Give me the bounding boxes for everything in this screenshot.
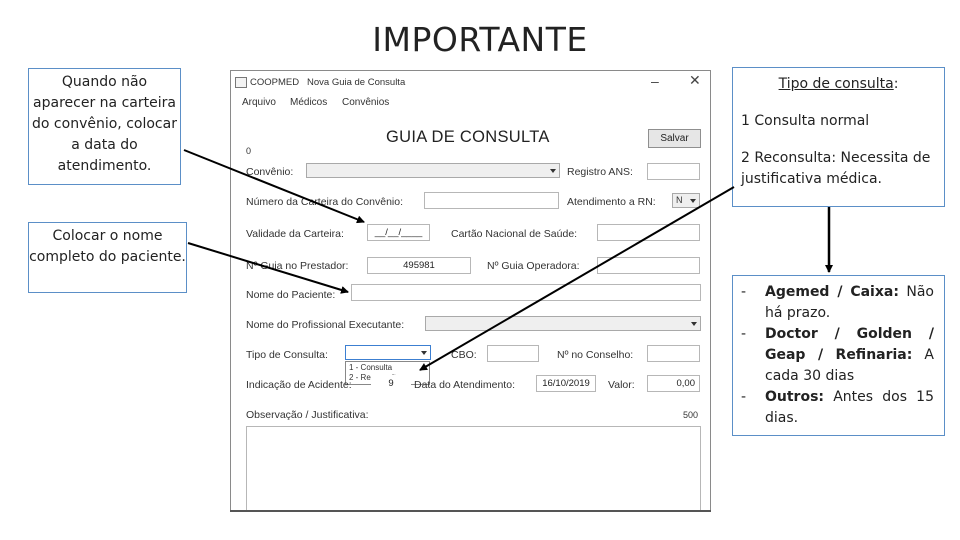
prazo-rule-bold: Outros: bbox=[765, 389, 825, 405]
chevron-down-icon bbox=[421, 351, 427, 355]
callout-nome-paciente: Colocar o nome completo do paciente. bbox=[28, 222, 187, 293]
minimize-icon[interactable]: – bbox=[651, 73, 659, 89]
tipo-consulta-select[interactable] bbox=[345, 345, 431, 360]
chevron-down-icon bbox=[691, 322, 697, 326]
indicacao-acidente-field[interactable]: 9 bbox=[371, 375, 411, 392]
prazo-rule-dash: - bbox=[741, 326, 747, 342]
callout-tipo-consulta-line2: 2 Reconsulta: Necessita de justificativa… bbox=[741, 150, 931, 187]
guia-operadora-field[interactable] bbox=[597, 257, 700, 274]
save-button[interactable]: Salvar bbox=[648, 129, 701, 148]
atendimento-rn-select[interactable]: N bbox=[672, 193, 700, 208]
cartao-nacional-field[interactable] bbox=[597, 224, 700, 241]
form-title: GUIA DE CONSULTA bbox=[386, 128, 550, 146]
prazo-rule: - Doctor / Golden / Geap / Refinaria: A … bbox=[741, 324, 934, 387]
small-mark: 0 bbox=[246, 146, 252, 156]
label-indicacao-acidente: Indicação de Acidente: bbox=[246, 379, 352, 391]
prazo-rule-bold: Agemed / Caixa: bbox=[765, 284, 899, 300]
close-icon[interactable]: ✕ bbox=[689, 72, 701, 89]
prazo-rule: - Outros: Antes dos 15 dias. bbox=[741, 387, 934, 429]
callout-tipo-consulta-title-colon: : bbox=[893, 76, 899, 92]
data-atendimento-field[interactable]: 16/10/2019 bbox=[536, 375, 596, 392]
label-registro-ans: Registro ANS: bbox=[567, 166, 633, 178]
callout-tipo-consulta-title: Tipo de consulta: bbox=[741, 74, 936, 95]
callout-tipo-consulta-line1: 1 Consulta normal bbox=[741, 113, 870, 129]
menu-bar: Arquivo Médicos Convênios bbox=[231, 95, 710, 111]
window-titlebar: COOPMED Nova Guia de Consulta – ✕ bbox=[231, 71, 710, 93]
callout-data-convenio: Quando não aparecer na carteira do convê… bbox=[28, 68, 181, 185]
observacao-textarea[interactable] bbox=[246, 426, 701, 512]
profissional-select[interactable] bbox=[425, 316, 701, 331]
chevron-down-icon bbox=[690, 199, 696, 203]
chevron-down-icon bbox=[550, 169, 556, 173]
window-title: COOPMED Nova Guia de Consulta bbox=[250, 77, 406, 88]
label-tipo-consulta: Tipo de Consulta: bbox=[246, 349, 328, 361]
observacao-counter: 500 bbox=[683, 410, 699, 420]
callout-tipo-consulta: Tipo de consulta: 1 Consulta normal 2 Re… bbox=[732, 67, 945, 207]
prazo-rule-dash: - bbox=[741, 389, 747, 405]
window-bottom-edge bbox=[230, 510, 711, 512]
label-profissional: Nome do Profissional Executante: bbox=[246, 319, 405, 331]
slide-title: IMPORTANTE bbox=[372, 20, 588, 59]
convenio-select[interactable] bbox=[306, 163, 560, 178]
cbo-field[interactable] bbox=[487, 345, 539, 362]
label-valor: Valor: bbox=[608, 379, 635, 391]
atendimento-rn-value: N bbox=[676, 195, 683, 205]
prazo-rule-dash: - bbox=[741, 284, 747, 300]
prazo-rule: - Agemed / Caixa: Não há prazo. bbox=[741, 282, 934, 324]
valor-field[interactable]: 0,00 bbox=[647, 375, 700, 392]
label-cartao-nacional: Cartão Nacional de Saúde: bbox=[451, 228, 578, 240]
label-atendimento-rn: Atendimento a RN: bbox=[567, 196, 656, 208]
prazo-rule-bold: Doctor / Golden / Geap / Refinaria: bbox=[765, 326, 934, 363]
label-validade-carteira: Validade da Carteira: bbox=[246, 228, 344, 240]
validade-carteira-field[interactable]: __/__/____ bbox=[367, 224, 430, 241]
conselho-field[interactable] bbox=[647, 345, 700, 362]
guia-prestador-field[interactable]: 495981 bbox=[367, 257, 471, 274]
label-nome-paciente: Nome do Paciente: bbox=[246, 289, 336, 301]
menu-medicos[interactable]: Médicos bbox=[290, 97, 327, 108]
label-convenio: Convênio: bbox=[246, 166, 294, 178]
registro-ans-field[interactable] bbox=[647, 163, 700, 180]
callout-tipo-consulta-title-text: Tipo de consulta bbox=[778, 76, 894, 92]
label-cbo: CBO: bbox=[451, 349, 477, 361]
label-data-atendimento: Data do Atendimento: bbox=[414, 379, 515, 391]
label-numero-carteira: Número da Carteira do Convênio: bbox=[246, 196, 403, 208]
label-guia-operadora: Nº Guia Operadora: bbox=[487, 260, 580, 272]
menu-arquivo[interactable]: Arquivo bbox=[242, 97, 276, 108]
tipo-consulta-option[interactable]: 1 - Consulta bbox=[349, 363, 429, 373]
menu-convenios[interactable]: Convênios bbox=[342, 97, 389, 108]
guia-consulta-window: COOPMED Nova Guia de Consulta – ✕ Arquiv… bbox=[230, 70, 711, 512]
numero-carteira-field[interactable] bbox=[424, 192, 559, 209]
nome-paciente-field[interactable] bbox=[351, 284, 701, 301]
label-observacao: Observação / Justificativa: bbox=[246, 409, 369, 421]
app-icon bbox=[235, 77, 247, 88]
label-conselho: Nº no Conselho: bbox=[557, 349, 634, 361]
callout-prazos: - Agemed / Caixa: Não há prazo. - Doctor… bbox=[732, 275, 945, 436]
label-guia-prestador: Nº Guia no Prestador: bbox=[246, 260, 349, 272]
